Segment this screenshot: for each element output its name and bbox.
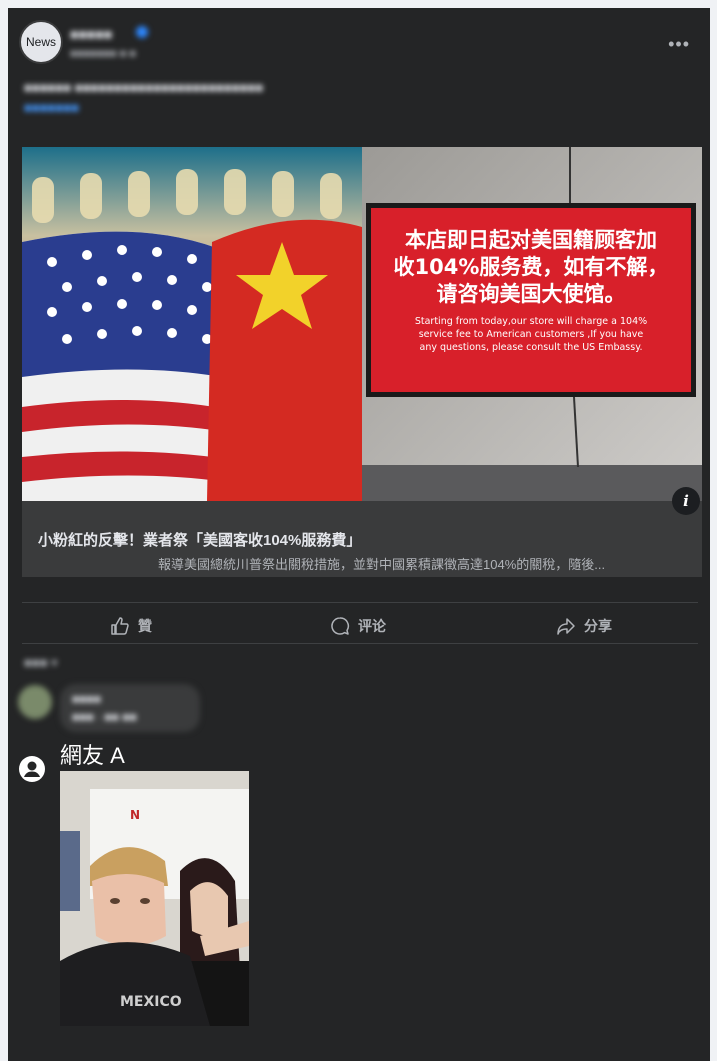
link-description[interactable]: 報導美國總統川普祭出關稅措施，並對中國累積課徵高達104%的關稅，隨後... — [158, 554, 678, 573]
share-button[interactable]: 分享 — [556, 612, 612, 640]
more-options-icon[interactable]: ••• — [668, 34, 690, 55]
caption-text: ■■■■■■ ■■■■■■■■■■■■■■■■■■■■■■■■ — [24, 80, 264, 95]
link-preview-card[interactable]: 本店即日起对美国籍顾客加 收104%服务费，如有不解， 请咨询美国大使馆。 St… — [22, 147, 702, 577]
comment-author[interactable]: ■■■■ — [72, 692, 101, 706]
divider — [22, 643, 698, 644]
sign-zh-line-2: 收104%服务费，如有不解， — [394, 255, 669, 279]
like-button[interactable]: 贊 — [110, 612, 152, 640]
verified-badge-icon — [136, 26, 148, 38]
us-flag-roll — [22, 231, 227, 501]
share-icon — [557, 618, 575, 635]
link-title[interactable]: 小粉紅的反擊！業者祭「美國客收104%服務費」 — [38, 529, 361, 550]
page-avatar[interactable]: News — [19, 20, 63, 64]
sign-zh-line-1: 本店即日起对美国籍顾客加 — [405, 228, 657, 252]
sign-zh-line-3: 请咨询美国大使馆。 — [437, 282, 626, 306]
comment-button[interactable]: 评论 — [330, 612, 386, 640]
info-icon[interactable]: i — [672, 487, 700, 515]
post-card: News ■■■■■ ■■■■■■■ ■ ■ ••• ■■■■■■ ■■■■■■… — [8, 8, 710, 1061]
meme-image[interactable]: N MEXICO — [60, 771, 249, 1026]
shirt-text: MEXICO — [120, 994, 182, 1010]
comment-sort-dropdown[interactable]: ■■■ ▾ — [24, 655, 58, 671]
post-caption: ■■■■■■ ■■■■■■■■■■■■■■■■■■■■■■■■ ■■■■■■■ — [24, 78, 584, 118]
svg-text:N: N — [130, 808, 140, 822]
reply-author: 網友 A — [60, 743, 125, 768]
user-avatar-icon — [19, 756, 45, 782]
like-label: 贊 — [138, 618, 152, 634]
thumbs-up-icon — [111, 617, 129, 635]
sign-en-line-2: service fee to American customers ,If yo… — [419, 329, 644, 340]
comment-icon — [331, 617, 350, 635]
comment-label: 评论 — [358, 618, 386, 634]
comment-text: ■■■ · ■■ ■■ — [72, 710, 137, 724]
sign-en-line-1: Starting from today,our store will charg… — [415, 316, 647, 327]
sign-en-line-3: any questions, please consult the US Emb… — [420, 342, 643, 353]
divider — [22, 602, 698, 603]
commenter-avatar[interactable] — [18, 685, 52, 719]
share-label: 分享 — [584, 618, 612, 634]
page-name[interactable]: ■■■■■ — [70, 26, 112, 42]
link-preview-image[interactable]: 本店即日起对美国籍顾客加 收104%服务费，如有不解， 请咨询美国大使馆。 St… — [22, 147, 702, 501]
caption-link[interactable]: ■■■■■■■ — [24, 100, 79, 115]
china-flag-roll — [207, 219, 362, 501]
post-timestamp[interactable]: ■■■■■■■ ■ ■ — [70, 48, 136, 60]
